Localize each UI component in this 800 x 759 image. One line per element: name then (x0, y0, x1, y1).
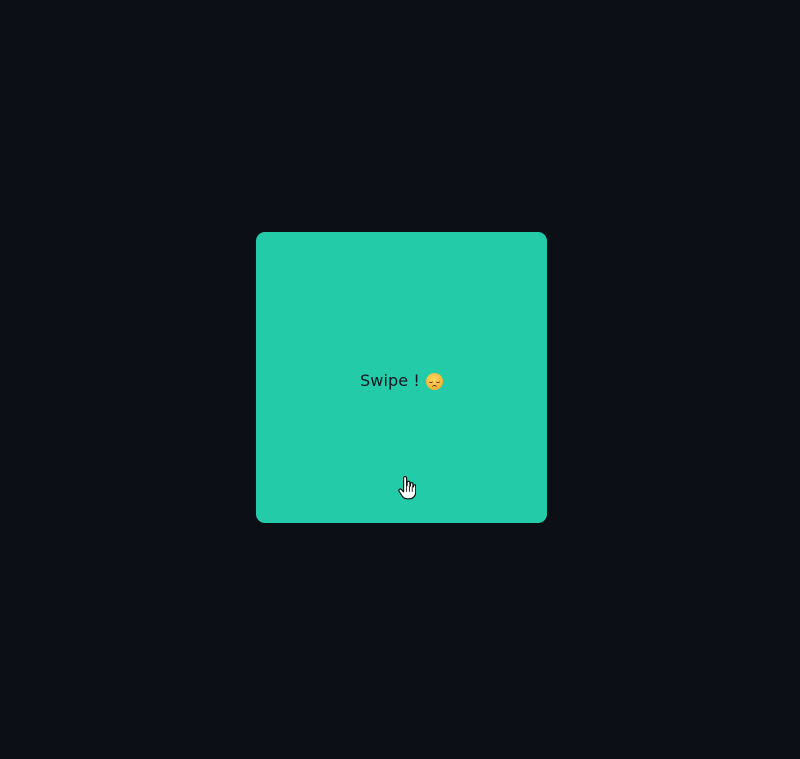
pensive-face-mouth (431, 384, 437, 388)
swipe-card-content: Swipe ! (256, 366, 547, 394)
page-background: Swipe ! (0, 0, 800, 759)
pensive-face-icon (425, 372, 443, 390)
swipe-card-label: Swipe ! (360, 370, 420, 390)
swipe-card[interactable]: Swipe ! (256, 232, 547, 523)
